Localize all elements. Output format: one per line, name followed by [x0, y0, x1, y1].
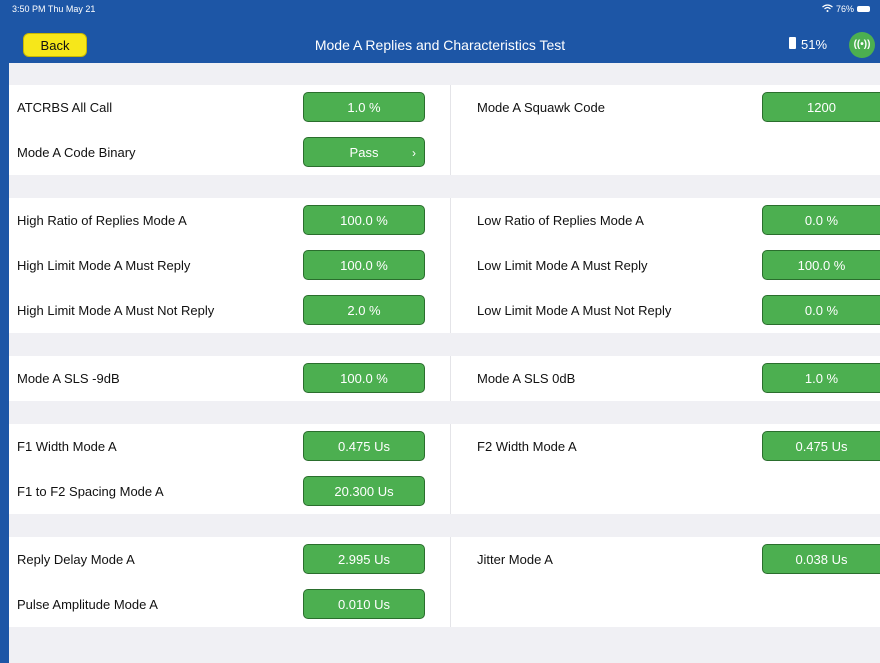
result-label: F1 Width Mode A: [17, 439, 117, 454]
result-value-button[interactable]: 0.475 Us: [303, 431, 425, 461]
result-row: Mode A SLS -9dB 100.0 % Mode A SLS 0dB 1…: [9, 356, 880, 401]
code-binary-button[interactable]: Pass ›: [303, 137, 425, 167]
result-row: High Limit Mode A Must Not Reply 2.0 % L…: [9, 288, 880, 333]
result-value-button[interactable]: 2.0 %: [303, 295, 425, 325]
status-time: 3:50 PM Thu May 21: [12, 4, 96, 14]
result-group-ratio: High Ratio of Replies Mode A 100.0 % Low…: [9, 198, 880, 333]
battery-icon: [789, 37, 796, 49]
result-group-width: F1 Width Mode A 0.475 Us F2 Width Mode A…: [9, 424, 880, 514]
result-value-button[interactable]: 100.0 %: [762, 250, 880, 280]
wifi-icon: [822, 4, 833, 14]
result-label: High Limit Mode A Must Not Reply: [17, 303, 215, 318]
result-value-button[interactable]: 1.0 %: [303, 92, 425, 122]
chevron-right-icon: ›: [412, 146, 416, 160]
result-group-sls: Mode A SLS -9dB 100.0 % Mode A SLS 0dB 1…: [9, 356, 880, 401]
status-indicators: 76%: [822, 4, 870, 14]
result-row: F1 to F2 Spacing Mode A 20.300 Us: [9, 469, 880, 514]
result-value-button[interactable]: 0.010 Us: [303, 589, 425, 619]
result-label: Mode A Squawk Code: [477, 100, 605, 115]
result-value-button[interactable]: 1.0 %: [762, 363, 880, 393]
result-label: F2 Width Mode A: [477, 439, 577, 454]
results-list: ATCRBS All Call 1.0 % Mode A Squawk Code…: [9, 63, 880, 627]
result-value-button[interactable]: 0.0 %: [762, 295, 880, 325]
result-label: Low Ratio of Replies Mode A: [477, 213, 644, 228]
result-label: Mode A SLS 0dB: [477, 371, 576, 386]
result-label: Mode A SLS -9dB: [17, 371, 120, 386]
result-row: Reply Delay Mode A 2.995 Us Jitter Mode …: [9, 537, 880, 582]
result-value-button[interactable]: 0.475 Us: [762, 431, 880, 461]
device-battery-icon: [857, 6, 870, 12]
result-group-delay: Reply Delay Mode A 2.995 Us Jitter Mode …: [9, 537, 880, 627]
nav-bar: 3:50 PM Thu May 21 76% Back Mode A Repli…: [0, 0, 880, 63]
result-value: Pass: [349, 145, 379, 160]
result-value-button[interactable]: 0.038 Us: [762, 544, 880, 574]
page-title: Mode A Replies and Characteristics Test: [314, 37, 566, 53]
result-label: F1 to F2 Spacing Mode A: [17, 484, 164, 499]
result-label: Mode A Code Binary: [17, 145, 136, 160]
result-label: High Limit Mode A Must Reply: [17, 258, 191, 273]
result-row: High Ratio of Replies Mode A 100.0 % Low…: [9, 198, 880, 243]
result-label: Low Limit Mode A Must Not Reply: [477, 303, 672, 318]
result-value-button[interactable]: 2.995 Us: [303, 544, 425, 574]
battery-percent: 51%: [801, 37, 828, 52]
result-value-button[interactable]: 1200: [762, 92, 880, 122]
result-label: ATCRBS All Call: [17, 100, 113, 115]
result-value-button[interactable]: 100.0 %: [303, 363, 425, 393]
result-group-all-call: ATCRBS All Call 1.0 % Mode A Squawk Code…: [9, 85, 880, 175]
result-value-button[interactable]: 100.0 %: [303, 250, 425, 280]
result-value-button[interactable]: 100.0 %: [303, 205, 425, 235]
result-row: Pulse Amplitude Mode A 0.010 Us: [9, 582, 880, 627]
device-battery-percent: 76%: [835, 4, 854, 14]
result-label: Low Limit Mode A Must Reply: [477, 258, 648, 273]
result-row: High Limit Mode A Must Reply 100.0 % Low…: [9, 243, 880, 288]
result-row: F1 Width Mode A 0.475 Us F2 Width Mode A…: [9, 424, 880, 469]
frame-edge: [0, 0, 9, 663]
result-value-button[interactable]: 0.0 %: [762, 205, 880, 235]
result-row: ATCRBS All Call 1.0 % Mode A Squawk Code…: [9, 85, 880, 130]
result-label: Pulse Amplitude Mode A: [17, 597, 158, 612]
result-value-button[interactable]: 20.300 Us: [303, 476, 425, 506]
result-label: Jitter Mode A: [477, 552, 553, 567]
connection-status-icon[interactable]: ((•)): [849, 32, 875, 58]
result-label: High Ratio of Replies Mode A: [17, 213, 187, 228]
result-label: Reply Delay Mode A: [17, 552, 135, 567]
result-row: Mode A Code Binary Pass ›: [9, 130, 880, 175]
